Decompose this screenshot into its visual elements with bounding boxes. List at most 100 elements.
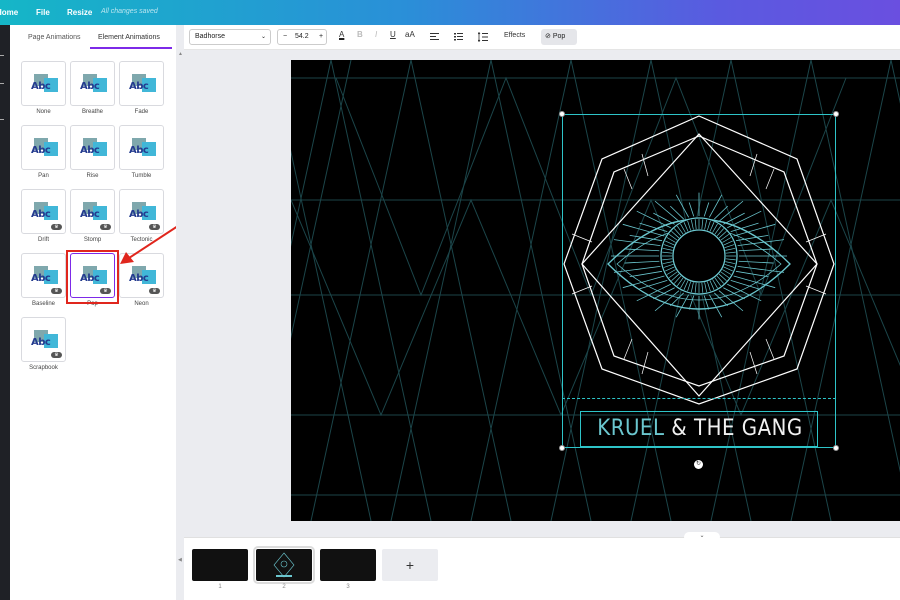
animate-icon: ⊘ (545, 33, 551, 40)
effects-button[interactable]: Effects (504, 32, 525, 39)
animation-thumbnail[interactable]: Abc (21, 125, 66, 170)
file-menu[interactable]: File (36, 8, 50, 17)
rail-mark[interactable] (0, 83, 4, 84)
title-word-the-gang: & THE GANG (671, 416, 803, 441)
font-size-value[interactable]: 54.2 (295, 33, 309, 40)
thumb-eye-preview (273, 552, 295, 578)
abc-preview-text: Abc (31, 337, 51, 348)
animation-option-scrapbook[interactable]: Abc ♛ Scrapbook (21, 317, 66, 371)
font-dropdown[interactable]: Badhorse ⌄ (189, 29, 271, 45)
add-page-button[interactable]: + (382, 549, 438, 581)
animation-option-none[interactable]: Abc None (21, 61, 66, 115)
case-button[interactable]: aA (405, 30, 415, 39)
abc-preview-icon: Abc (129, 136, 157, 160)
title-word-kruel: KRUEL (597, 416, 665, 441)
resize-handle-tl[interactable] (559, 111, 565, 117)
save-status: All changes saved (101, 8, 158, 15)
animate-button[interactable]: ⊘ Pop (541, 29, 577, 45)
animation-label: Drift (38, 237, 49, 243)
home-menu[interactable]: Home (0, 8, 18, 17)
animation-label: Neon (134, 301, 149, 307)
underline-button[interactable]: U (390, 30, 396, 39)
abc-preview-icon: Abc (129, 72, 157, 96)
rotate-icon[interactable]: ↻ (694, 460, 703, 469)
list-icon[interactable] (454, 33, 463, 41)
panel-divider[interactable]: ▲ ◀ (176, 25, 184, 600)
animation-label: Tumble (131, 173, 152, 179)
title-text[interactable]: KRUEL & THE GANG (582, 411, 818, 447)
abc-preview-text: Abc (80, 81, 100, 92)
page-number: 3 (346, 584, 350, 590)
animation-thumbnail[interactable]: Abc (21, 61, 66, 106)
abc-preview-text: Abc (31, 209, 51, 220)
collapse-pages-icon[interactable]: ⌄ (684, 532, 720, 542)
animate-label: Pop (552, 33, 566, 40)
abc-preview-icon: Abc (31, 72, 59, 96)
scroll-up-icon[interactable]: ▲ (178, 51, 183, 57)
page-thumb-2[interactable] (253, 546, 315, 584)
bold-button[interactable]: B (357, 30, 363, 39)
workspace: KRUEL & THE GANG ↻ (184, 50, 900, 537)
abc-preview-icon: Abc (31, 200, 59, 224)
page-thumb-1[interactable] (192, 549, 248, 581)
animation-label: Fade (134, 109, 149, 115)
resize-handle-br[interactable] (833, 445, 839, 451)
animation-label: Scrapbook (29, 365, 58, 371)
animation-option-fade[interactable]: Abc Fade (119, 61, 164, 115)
animation-label: Pan (38, 173, 49, 179)
page-thumb-3[interactable] (320, 549, 376, 581)
abc-preview-icon: Abc (80, 136, 108, 160)
animation-option-baseline[interactable]: Abc ♛ Baseline (21, 253, 66, 307)
abc-preview-icon: Abc (31, 136, 59, 160)
page-number: 1 (218, 584, 222, 590)
animation-thumbnail[interactable]: Abc (119, 61, 164, 106)
page-number: 2 (282, 584, 286, 590)
design-canvas[interactable]: KRUEL & THE GANG ↻ (291, 60, 900, 521)
decrease-size-button[interactable]: − (283, 33, 287, 40)
abc-preview-icon: Abc (31, 328, 59, 352)
animation-label: Breathe (81, 109, 103, 115)
crown-icon: ♛ (149, 288, 160, 294)
animation-option-breathe[interactable]: Abc Breathe (70, 61, 115, 115)
tab-page-animations[interactable]: Page Animations (28, 34, 81, 41)
animation-thumbnail[interactable]: Abc ♛ (21, 317, 66, 362)
resize-handle-tr[interactable] (833, 111, 839, 117)
animation-option-rise[interactable]: Abc Rise (70, 125, 115, 179)
crown-icon: ♛ (51, 224, 62, 230)
rail-mark[interactable] (0, 119, 4, 120)
crown-icon: ♛ (51, 288, 62, 294)
align-left-icon[interactable] (430, 33, 439, 41)
panel-tabs: Page Animations Element Animations (10, 25, 176, 49)
text-toolbar: Badhorse ⌄ − 54.2 + A B I U aA Effects ⊘… (184, 25, 900, 50)
spacing-icon[interactable] (478, 32, 488, 42)
scroll-down-icon[interactable]: ◀ (178, 557, 182, 563)
font-size-stepper[interactable]: − 54.2 + (277, 29, 327, 45)
abc-preview-text: Abc (80, 145, 100, 156)
resize-handle-bl[interactable] (559, 445, 565, 451)
abc-preview-text: Abc (129, 81, 149, 92)
animation-label: Rise (86, 173, 99, 179)
resize-menu[interactable]: Resize (67, 8, 92, 17)
abc-preview-text: Abc (31, 145, 51, 156)
tab-element-animations[interactable]: Element Animations (98, 34, 160, 41)
animation-option-drift[interactable]: Abc ♛ Drift (21, 189, 66, 243)
animations-panel: Page Animations Element Animations Abc No… (10, 25, 176, 600)
font-name: Badhorse (195, 33, 225, 40)
increase-size-button[interactable]: + (319, 33, 323, 40)
rail-mark[interactable] (0, 55, 4, 56)
animation-option-tumble[interactable]: Abc Tumble (119, 125, 164, 179)
abc-preview-text: Abc (31, 81, 51, 92)
animation-thumbnail[interactable]: Abc ♛ (21, 189, 66, 234)
text-color-button[interactable]: A (339, 30, 344, 39)
animation-thumbnail[interactable]: Abc ♛ (21, 253, 66, 298)
top-bar: Home File Resize All changes saved (0, 0, 900, 25)
abc-preview-text: Abc (80, 209, 100, 220)
left-rail (0, 25, 10, 600)
animation-label: None (36, 109, 51, 115)
animation-thumbnail[interactable]: Abc (70, 125, 115, 170)
italic-button[interactable]: I (375, 30, 377, 39)
pages-strip: ⌄ 1 2 3 + (184, 532, 900, 600)
animation-thumbnail[interactable]: Abc (70, 61, 115, 106)
animation-option-pan[interactable]: Abc Pan (21, 125, 66, 179)
animation-thumbnail[interactable]: Abc (119, 125, 164, 170)
